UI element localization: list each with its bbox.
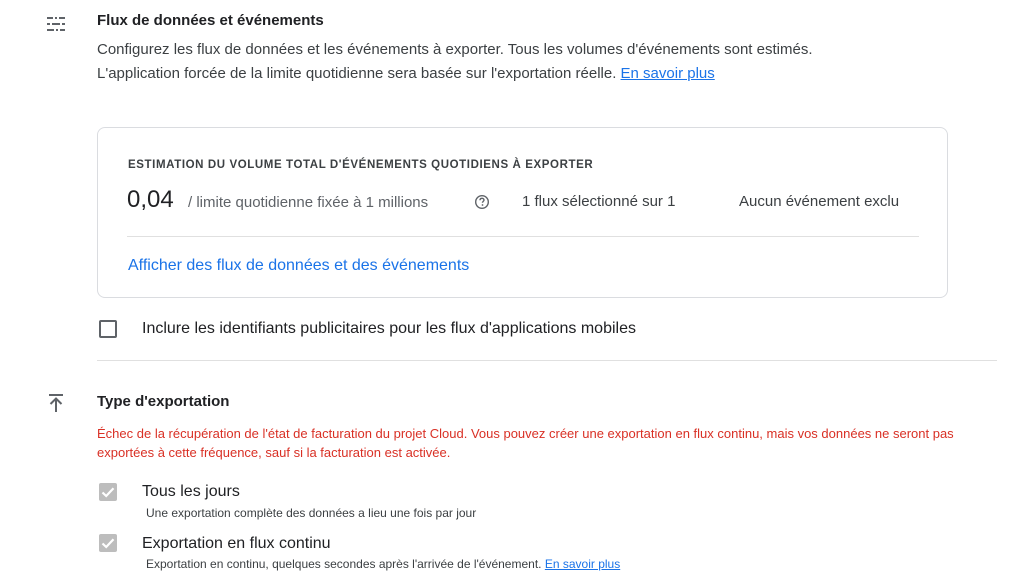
list-filter-icon (44, 12, 68, 36)
advertising-ids-checkbox[interactable] (99, 320, 117, 338)
estimate-heading: ESTIMATION DU VOLUME TOTAL D'ÉVÉNEMENTS … (128, 159, 594, 171)
daily-export-subtitle: Une exportation complète des données a l… (146, 506, 477, 520)
streaming-export-subtitle: Exportation en continu, quelques seconde… (146, 557, 620, 571)
export-type-title: Type d'exportation (97, 393, 230, 410)
streams-section-title: Flux de données et événements (97, 12, 324, 29)
streaming-export-checkbox[interactable] (99, 534, 117, 552)
daily-export-checkbox[interactable] (99, 483, 117, 501)
help-icon[interactable] (474, 194, 490, 210)
advertising-ids-label: Inclure les identifiants publicitaires p… (142, 320, 636, 337)
billing-error-message: Échec de la récupération de l'état de fa… (97, 426, 954, 460)
section-divider (97, 360, 997, 361)
streaming-export-title: Exportation en flux continu (142, 535, 331, 552)
estimate-value: 0,04 (127, 186, 174, 213)
streaming-export-subtitle-text: Exportation en continu, quelques seconde… (146, 557, 542, 571)
streams-selected-count: 1 flux sélectionné sur 1 (522, 193, 676, 210)
view-streams-events-link[interactable]: Afficher des flux de données et des évén… (128, 257, 469, 275)
streaming-learn-more-link[interactable]: En savoir plus (545, 557, 620, 571)
daily-export-title: Tous les jours (142, 483, 240, 500)
daily-limit-text: / limite quotidienne fixée à 1 millions (188, 194, 429, 211)
upload-icon (44, 391, 68, 415)
streams-learn-more-link[interactable]: En savoir plus (621, 65, 715, 82)
card-divider (127, 236, 919, 237)
estimate-card: ESTIMATION DU VOLUME TOTAL D'ÉVÉNEMENTS … (97, 127, 948, 298)
events-excluded-text: Aucun événement exclu (739, 193, 900, 210)
streams-section-description: Configurez les flux de données et les év… (97, 38, 857, 86)
